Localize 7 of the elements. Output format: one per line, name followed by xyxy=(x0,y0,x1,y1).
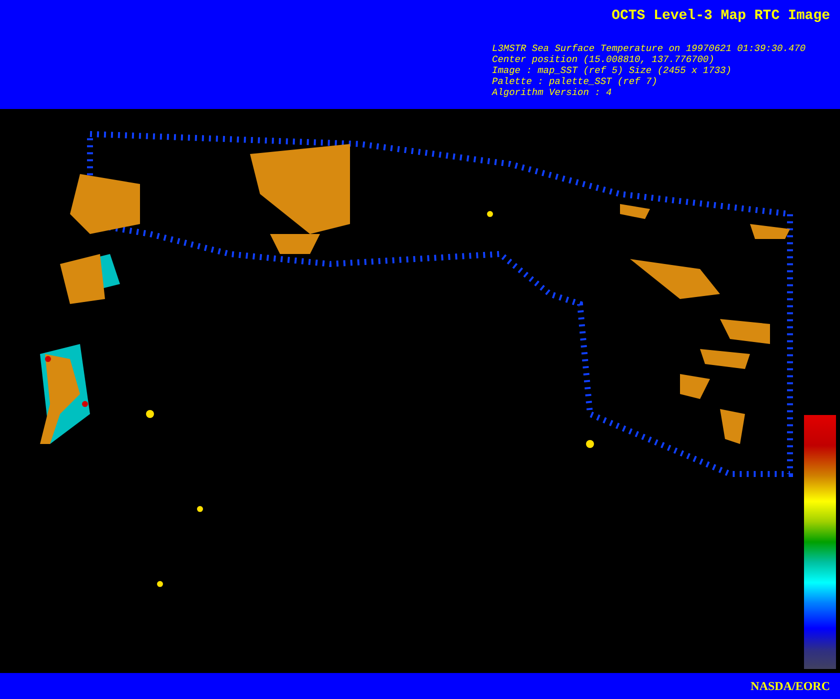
info-line: Center position (15.008810, 137.776700) xyxy=(492,54,716,65)
info-line: Palette : palette_SST (ref 7) xyxy=(492,76,658,87)
image-title: OCTS Level-3 Map RTC Image xyxy=(612,7,830,25)
info-line: Algorithm Version : 4 xyxy=(492,87,613,98)
credit-label: NASDA/EORC xyxy=(750,678,830,694)
info-line: Image : map_SST (ref 5) Size (2455 x 1733) xyxy=(492,65,732,76)
info-line: L3MSTR Sea Surface Temperature on 19970621 01:39:30.470 xyxy=(492,43,807,54)
